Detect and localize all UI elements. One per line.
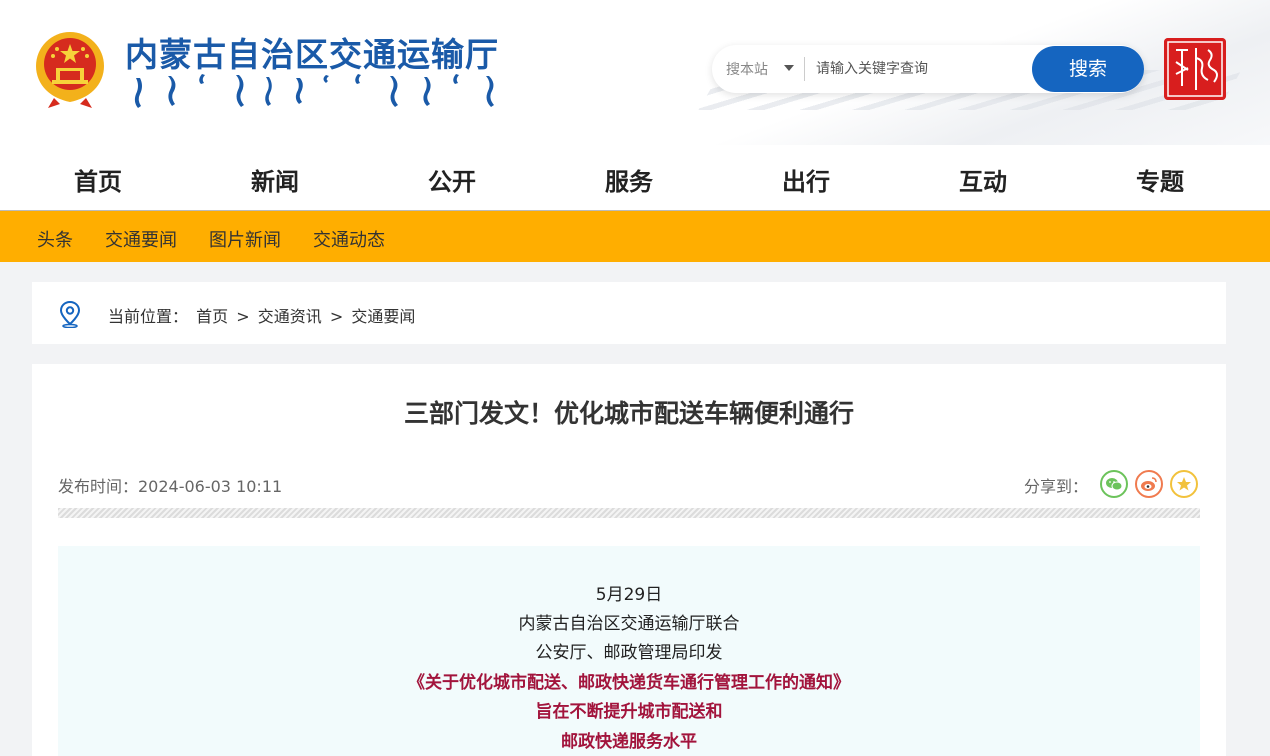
subnav-photo-news[interactable]: 图片新闻 <box>209 226 281 252</box>
wechat-icon[interactable] <box>1100 470 1128 498</box>
breadcrumb-prefix: 当前位置： <box>108 307 189 326</box>
weibo-icon[interactable] <box>1135 470 1163 498</box>
breadcrumb: 当前位置： 首页 > 交通资讯 > 交通要闻 <box>32 282 1226 344</box>
subnav-headlines[interactable]: 头条 <box>37 226 73 252</box>
article-panel: 三部门发文！优化城市配送车辆便利通行 发布时间：2024-06-03 10:11… <box>32 364 1226 756</box>
nav-item-service[interactable]: 服务 <box>605 162 653 197</box>
nav-item-interaction[interactable]: 互动 <box>959 162 1007 197</box>
subnav-transport-updates[interactable]: 交通动态 <box>313 226 385 252</box>
lead-line-date: 5月29日 <box>595 585 663 605</box>
search-divider <box>804 57 805 81</box>
lead-line-notice-title: 《关于优化城市配送、邮政快递货车通行管理工作的通知》 <box>408 673 850 693</box>
inner-mongolia-seal-icon <box>1164 38 1226 100</box>
lead-line-purpose: 旨在不断提升城市配送和 <box>535 702 723 722</box>
site-header: 内蒙古自治区交通运输厅 搜本站 搜索 <box>0 0 1270 145</box>
favorite-star-icon[interactable] <box>1170 470 1198 498</box>
search-button[interactable]: 搜索 <box>1032 46 1144 92</box>
breadcrumb-link-home[interactable]: 首页 <box>196 307 228 326</box>
breadcrumb-current[interactable]: 交通要闻 <box>351 307 415 326</box>
breadcrumb-separator: > <box>236 307 250 326</box>
main-nav: 首页 新闻 公开 服务 出行 互动 专题 <box>0 145 1270 211</box>
location-pin-icon <box>59 300 81 328</box>
article-title: 三部门发文！优化城市配送车辆便利通行 <box>403 399 854 428</box>
mongolian-script-logo <box>134 74 494 108</box>
nav-item-home[interactable]: 首页 <box>74 162 122 197</box>
article-lead-box: 5月29日 内蒙古自治区交通运输厅联合 公安厅、邮政管理局印发 《关于优化城市配… <box>58 546 1200 756</box>
breadcrumb-trail: 当前位置： 首页 > 交通资讯 > 交通要闻 <box>108 303 418 327</box>
search-bar: 搜本站 搜索 <box>712 45 1144 93</box>
lead-line-purpose-cont: 邮政快递服务水平 <box>561 732 697 752</box>
search-input[interactable] <box>816 55 1026 83</box>
nav-item-travel[interactable]: 出行 <box>782 162 830 197</box>
breadcrumb-separator: > <box>329 307 344 326</box>
nav-item-public[interactable]: 公开 <box>428 162 476 197</box>
publish-time: 发布时间：2024-06-03 10:11 <box>58 477 283 496</box>
share-bar: 分享到： <box>998 470 1198 498</box>
nav-item-news[interactable]: 新闻 <box>251 162 299 197</box>
chevron-down-icon[interactable] <box>784 65 794 71</box>
site-title[interactable]: 内蒙古自治区交通运输厅 <box>125 28 499 76</box>
sub-nav: 头条 交通要闻 图片新闻 交通动态 <box>0 211 1270 262</box>
title-divider <box>58 508 1200 518</box>
share-label: 分享到： <box>1023 477 1088 496</box>
subnav-transport-news[interactable]: 交通要闻 <box>105 226 177 252</box>
national-emblem-icon <box>36 32 104 108</box>
nav-item-topics[interactable]: 专题 <box>1136 162 1184 197</box>
lead-line-partners: 公安厅、邮政管理局印发 <box>535 643 723 663</box>
breadcrumb-link-transport-info[interactable]: 交通资讯 <box>258 307 322 326</box>
search-scope-select[interactable]: 搜本站 <box>726 59 768 79</box>
lead-line-agency: 内蒙古自治区交通运输厅联合 <box>518 614 740 634</box>
